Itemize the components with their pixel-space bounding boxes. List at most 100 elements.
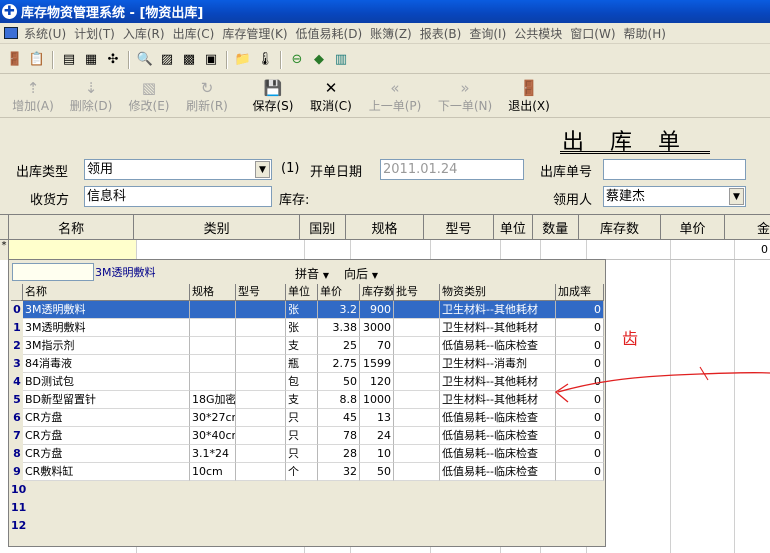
doc-number-field[interactable] bbox=[603, 159, 746, 180]
lookup-cell: 卫生材料--其他耗材 bbox=[440, 301, 556, 319]
menu-item[interactable]: 出库(C) bbox=[171, 25, 221, 42]
magnify-icon[interactable]: 🔍 bbox=[136, 51, 154, 69]
menu-item[interactable]: 计划(T) bbox=[72, 25, 121, 42]
refresh-button[interactable]: ↻ 刷新(R) bbox=[178, 76, 236, 116]
lookup-col-header[interactable]: 单价 bbox=[318, 284, 360, 300]
lookup-cell bbox=[236, 427, 286, 445]
save-button[interactable]: 💾 保存(S) bbox=[244, 76, 302, 116]
lookup-row-number: 7 bbox=[13, 429, 21, 442]
table-row[interactable]: * 0 bbox=[0, 240, 770, 260]
recipient-person-select[interactable]: 蔡建杰 ▼ bbox=[603, 186, 746, 207]
lookup-cell: 70 bbox=[360, 337, 394, 355]
outbound-type-select[interactable]: 领用 ▼ bbox=[84, 159, 272, 180]
minus-icon[interactable]: ⊖ bbox=[288, 51, 306, 69]
lookup-col-header[interactable]: 加成率 bbox=[556, 284, 604, 300]
lookup-cell bbox=[236, 355, 286, 373]
lookup-cell: 32 bbox=[318, 463, 360, 481]
col-amount[interactable]: 金 bbox=[725, 215, 770, 239]
table-row[interactable]: 3M透明敷料 张 3.38 3000 卫生材料--其他耗材 0 bbox=[23, 319, 604, 337]
menu-item[interactable]: 入库(R) bbox=[121, 25, 171, 42]
menu-item[interactable]: 窗口(W) bbox=[568, 25, 621, 42]
menu-item[interactable]: 账簿(Z) bbox=[368, 25, 418, 42]
print-icon[interactable]: ▣ bbox=[202, 51, 220, 69]
col-name[interactable]: 名称 bbox=[9, 215, 135, 239]
lookup-col-header[interactable]: 单位 bbox=[286, 284, 318, 300]
lookup-search-input[interactable] bbox=[12, 263, 94, 281]
warehouse-label: 库存: bbox=[279, 193, 310, 208]
receiver-field[interactable]: 信息科 bbox=[84, 186, 272, 207]
lookup-row-number: 6 bbox=[13, 411, 21, 424]
lookup-col-header[interactable]: 名称 bbox=[23, 284, 190, 300]
prev-doc-button[interactable]: «上一单(P) bbox=[360, 76, 430, 116]
door-icon[interactable]: 🚪 bbox=[6, 51, 24, 69]
col-category[interactable]: 类别 bbox=[134, 215, 301, 239]
lookup-row-number: 0 bbox=[13, 303, 21, 316]
form-icon[interactable]: ▦ bbox=[82, 51, 100, 69]
dropdown-arrow-icon[interactable]: ▼ bbox=[729, 188, 744, 205]
search-direction-option[interactable]: 向后 ▼ bbox=[344, 265, 378, 282]
menu-item[interactable]: 低值易耗(D) bbox=[294, 25, 369, 42]
next-doc-button[interactable]: » 下一单(N) bbox=[430, 76, 500, 116]
col-price[interactable]: 单价 bbox=[661, 215, 725, 239]
lookup-cell: BD测试包 bbox=[23, 373, 190, 391]
grid-icon[interactable]: ▩ bbox=[180, 51, 198, 69]
modify-button[interactable]: ▧ 修改(E) bbox=[120, 76, 178, 116]
open-date-field[interactable]: 2011.01.24 bbox=[380, 159, 524, 180]
lookup-cell: 卫生材料--消毒剂 bbox=[440, 355, 556, 373]
calculator-icon[interactable]: ▥ bbox=[332, 51, 350, 69]
report-icon[interactable]: 📋 bbox=[28, 51, 46, 69]
menu-item[interactable]: 库存管理(K) bbox=[220, 25, 293, 42]
chart-icon[interactable]: ▨ bbox=[158, 51, 176, 69]
window-titlebar[interactable]: ✚ 库存物资管理系统 - [物资出库] bbox=[0, 0, 770, 23]
lookup-col-header[interactable]: 型号 bbox=[236, 284, 286, 300]
lookup-cell: 瓶 bbox=[286, 355, 318, 373]
lookup-cell: 3.2 bbox=[318, 301, 360, 319]
col-country[interactable]: 国别 bbox=[300, 215, 346, 239]
tree-icon[interactable]: ✣ bbox=[104, 51, 122, 69]
name-cell-editing[interactable] bbox=[9, 240, 136, 260]
table-row[interactable]: CR方盘30*27cm 只4513 低值易耗--临床检查0 bbox=[23, 409, 604, 427]
table-row[interactable]: BD测试包 包 50 120 卫生材料--其他耗材 0 bbox=[23, 373, 604, 391]
lookup-col-header[interactable]: 库存数 bbox=[360, 284, 394, 300]
table-row[interactable]: 3M指示剂 支 25 70 低值易耗--临床检查 0 bbox=[23, 337, 604, 355]
lookup-cell bbox=[190, 337, 236, 355]
table-row[interactable]: CR方盘 3.1*24 只 28 10 低值易耗--临床检查 0 bbox=[23, 445, 604, 463]
exit-button[interactable]: 🚪 退出(X) bbox=[500, 76, 558, 116]
dropdown-arrow-icon[interactable]: ▼ bbox=[255, 161, 270, 178]
table-row[interactable]: CR敷料缸 10cm 个 32 50 低值易耗--临床检查 0 bbox=[23, 463, 604, 481]
menu-item[interactable]: 公共模块 bbox=[512, 25, 568, 42]
save-icon: 💾 bbox=[263, 79, 283, 97]
lookup-col-header[interactable]: 规格 bbox=[190, 284, 236, 300]
lookup-cell: 1599 bbox=[360, 355, 394, 373]
table-row[interactable]: CR方盘30*40cm 只7824 低值易耗--临床检查0 bbox=[23, 427, 604, 445]
menu-item[interactable]: 帮助(H) bbox=[622, 25, 672, 42]
menu-item[interactable]: 系统(U) bbox=[22, 25, 72, 42]
col-spec[interactable]: 规格 bbox=[346, 215, 425, 239]
folder-icon[interactable]: 📁 bbox=[234, 51, 252, 69]
mdi-window-icon[interactable] bbox=[4, 27, 18, 39]
table-row[interactable]: 3M透明敷料 张 3.2 900 卫生材料--其他耗材 0 bbox=[23, 301, 604, 319]
col-quantity[interactable]: 数量 bbox=[533, 215, 579, 239]
menu-item[interactable]: 报表(B) bbox=[418, 25, 468, 42]
cancel-button[interactable]: ✕ 取消(C) bbox=[302, 76, 360, 116]
table-row[interactable]: 84消毒液 瓶 2.75 1599 卫生材料--消毒剂 0 bbox=[23, 355, 604, 373]
add-button[interactable]: ⇡ 增加(A) bbox=[4, 76, 62, 116]
lookup-col-header[interactable]: 物资类别 bbox=[440, 284, 556, 300]
delete-button[interactable]: ⇣ 删除(D) bbox=[62, 76, 120, 116]
lookup-cell: 30*40cm bbox=[190, 427, 236, 445]
book-icon[interactable]: ◆ bbox=[310, 51, 328, 69]
col-stock[interactable]: 库存数 bbox=[579, 215, 662, 239]
col-unit[interactable]: 单位 bbox=[494, 215, 534, 239]
col-model[interactable]: 型号 bbox=[424, 215, 494, 239]
menu-item[interactable]: 查询(I) bbox=[467, 25, 512, 42]
lookup-row-number: 12 bbox=[11, 519, 27, 532]
table-row[interactable]: BD新型留置针 18G加密 支 8.8 1000 卫生材料--其他耗材 0 bbox=[23, 391, 604, 409]
list-icon[interactable]: ▤ bbox=[60, 51, 78, 69]
lookup-cell bbox=[236, 373, 286, 391]
lookup-col-header[interactable]: 批号 bbox=[394, 284, 440, 300]
lookup-cell: 30*27cm bbox=[190, 409, 236, 427]
lookup-cell: 2.75 bbox=[318, 355, 360, 373]
lookup-cell bbox=[394, 427, 440, 445]
thermometer-icon[interactable]: 🌡 bbox=[256, 51, 274, 69]
pinyin-option[interactable]: 拼音 ▼ bbox=[295, 265, 329, 282]
